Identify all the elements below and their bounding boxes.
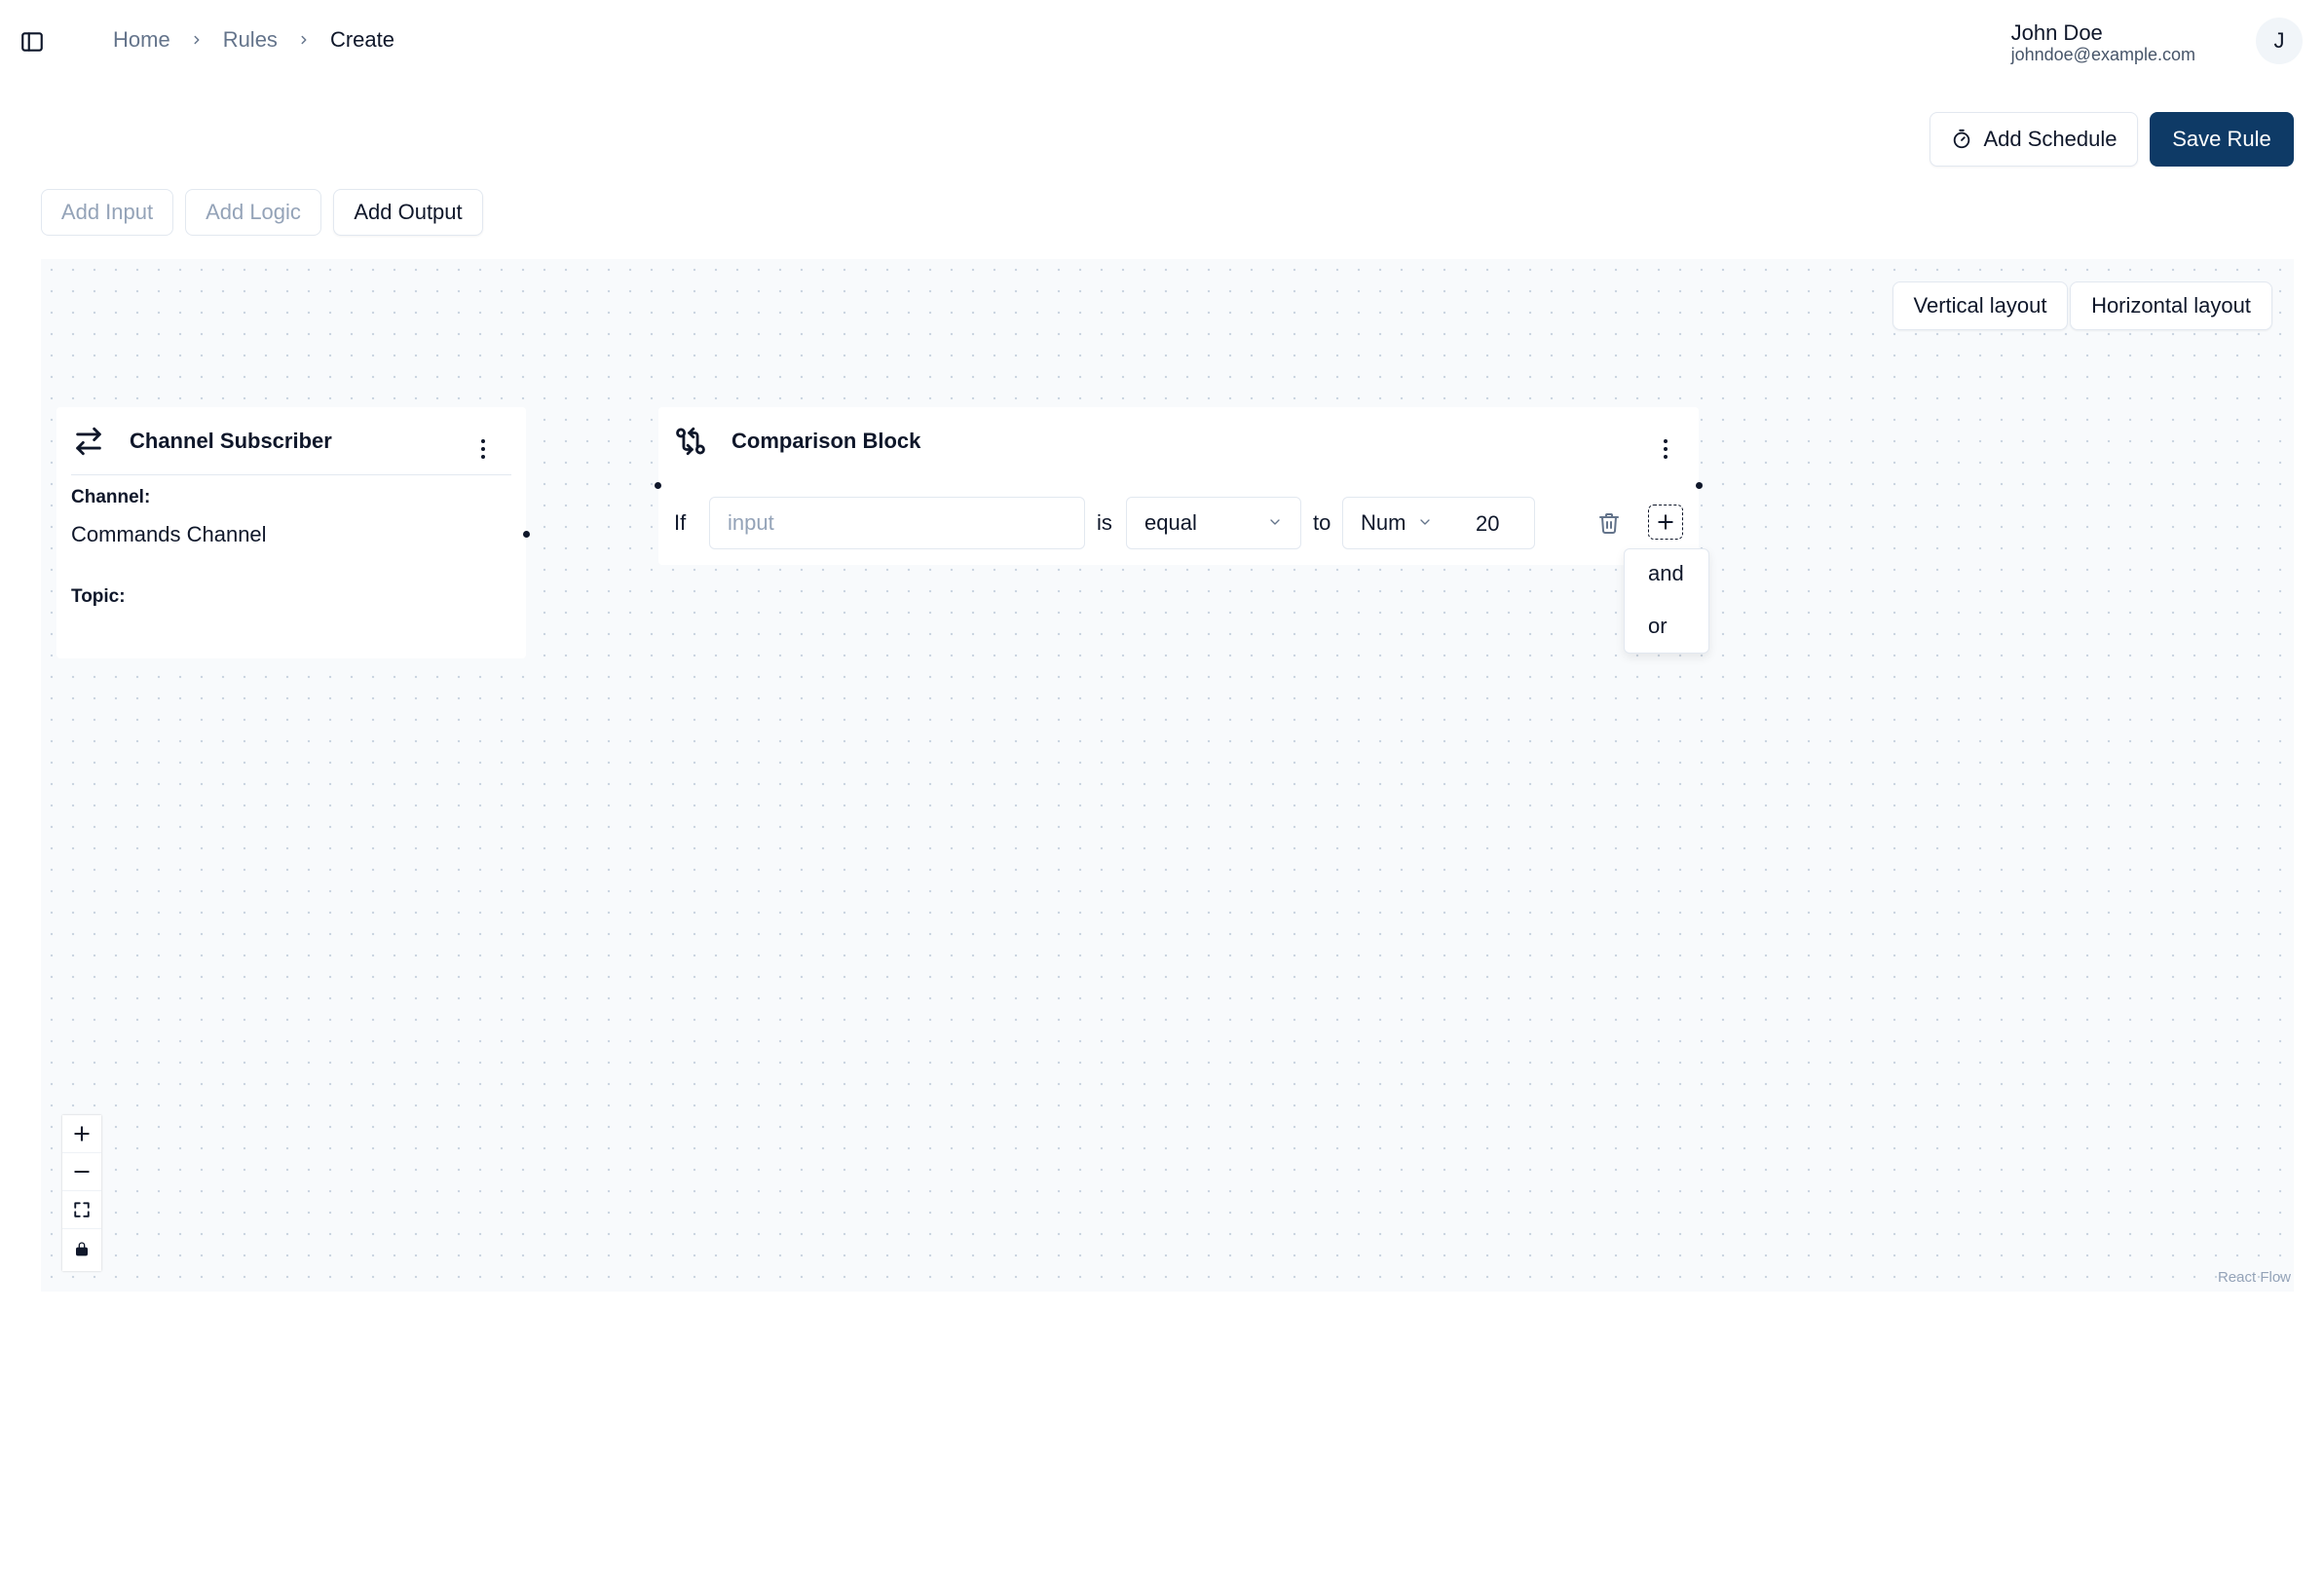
chevron-right-icon xyxy=(182,33,211,47)
topic-label: Topic: xyxy=(71,586,126,607)
channel-label: Channel: xyxy=(71,487,151,507)
react-flow-attribution[interactable]: React Flow xyxy=(2218,1269,2291,1286)
is-label: is xyxy=(1097,510,1112,535)
more-vertical-icon[interactable] xyxy=(471,434,495,464)
add-logic-button[interactable]: Add Logic xyxy=(185,189,321,236)
add-schedule-button[interactable]: Add Schedule xyxy=(1930,112,2138,167)
user-name: John Doe xyxy=(2010,20,2103,45)
sidebar-toggle-icon[interactable] xyxy=(19,29,45,55)
more-vertical-icon[interactable] xyxy=(1654,434,1677,464)
plus-icon xyxy=(1656,512,1675,532)
save-rule-button[interactable]: Save Rule xyxy=(2150,112,2294,167)
timer-icon xyxy=(1951,129,1972,150)
menu-item-or[interactable]: or xyxy=(1648,614,1668,639)
channel-value[interactable]: Commands Channel xyxy=(71,522,267,547)
node-title: Channel Subscriber xyxy=(130,429,332,453)
chevron-down-icon xyxy=(1267,510,1283,536)
value-input[interactable]: 20 xyxy=(1476,511,1499,537)
target-handle[interactable] xyxy=(655,482,661,489)
app-header: Home Rules Create John Doe johndoe@examp… xyxy=(0,0,2324,82)
git-compare-icon xyxy=(674,425,707,458)
node-title: Comparison Block xyxy=(731,429,921,453)
add-condition-button[interactable] xyxy=(1648,505,1683,540)
condition-row: If input is equal to Num 20 xyxy=(658,497,1699,549)
condition-input-field[interactable]: input xyxy=(709,497,1085,549)
plus-icon xyxy=(72,1124,92,1143)
fullscreen-icon xyxy=(73,1201,91,1218)
channel-subscriber-node[interactable]: Channel Subscriber Channel: Commands Cha… xyxy=(56,407,526,658)
zoom-out-button[interactable] xyxy=(62,1153,101,1191)
source-handle[interactable] xyxy=(1696,482,1703,489)
source-handle[interactable] xyxy=(523,531,530,538)
value-type: Num xyxy=(1361,510,1406,535)
menu-item-and[interactable]: and xyxy=(1648,561,1684,586)
lock-button[interactable] xyxy=(62,1229,101,1267)
horizontal-layout-button[interactable]: Horizontal layout xyxy=(2070,281,2272,330)
chevron-down-icon xyxy=(1417,510,1433,536)
logic-dropdown-menu: and or xyxy=(1624,548,1709,654)
avatar[interactable]: J xyxy=(2256,18,2303,64)
add-schedule-label: Add Schedule xyxy=(1983,127,2118,151)
breadcrumb-rules[interactable]: Rules xyxy=(223,27,278,53)
fit-view-button[interactable] xyxy=(62,1191,101,1229)
operator-select[interactable]: equal xyxy=(1126,497,1301,549)
comparison-block-node[interactable]: Comparison Block If input is equal to Nu… xyxy=(658,407,1699,565)
add-input-button[interactable]: Add Input xyxy=(41,189,173,236)
lock-icon xyxy=(74,1240,90,1257)
trash-icon[interactable] xyxy=(1597,510,1621,536)
breadcrumb-create: Create xyxy=(329,27,394,52)
user-info[interactable]: John Doe johndoe@example.com xyxy=(2010,20,2195,65)
zoom-in-button[interactable] xyxy=(62,1115,101,1153)
minus-icon xyxy=(72,1162,92,1181)
operator-value: equal xyxy=(1144,510,1197,535)
flow-controls xyxy=(62,1115,101,1271)
divider xyxy=(71,474,511,475)
breadcrumb-home[interactable]: Home xyxy=(113,27,170,53)
arrows-exchange-icon xyxy=(72,425,105,458)
if-label: If xyxy=(674,510,687,535)
add-output-button[interactable]: Add Output xyxy=(333,189,483,236)
vertical-layout-button[interactable]: Vertical layout xyxy=(1893,281,2068,330)
value-type-select[interactable]: Num xyxy=(1343,497,1450,549)
value-group: Num 20 xyxy=(1342,497,1535,549)
breadcrumb: Home Rules Create xyxy=(113,27,394,53)
user-email: johndoe@example.com xyxy=(2010,45,2195,64)
to-label: to xyxy=(1313,510,1331,535)
chevron-right-icon xyxy=(289,33,319,47)
